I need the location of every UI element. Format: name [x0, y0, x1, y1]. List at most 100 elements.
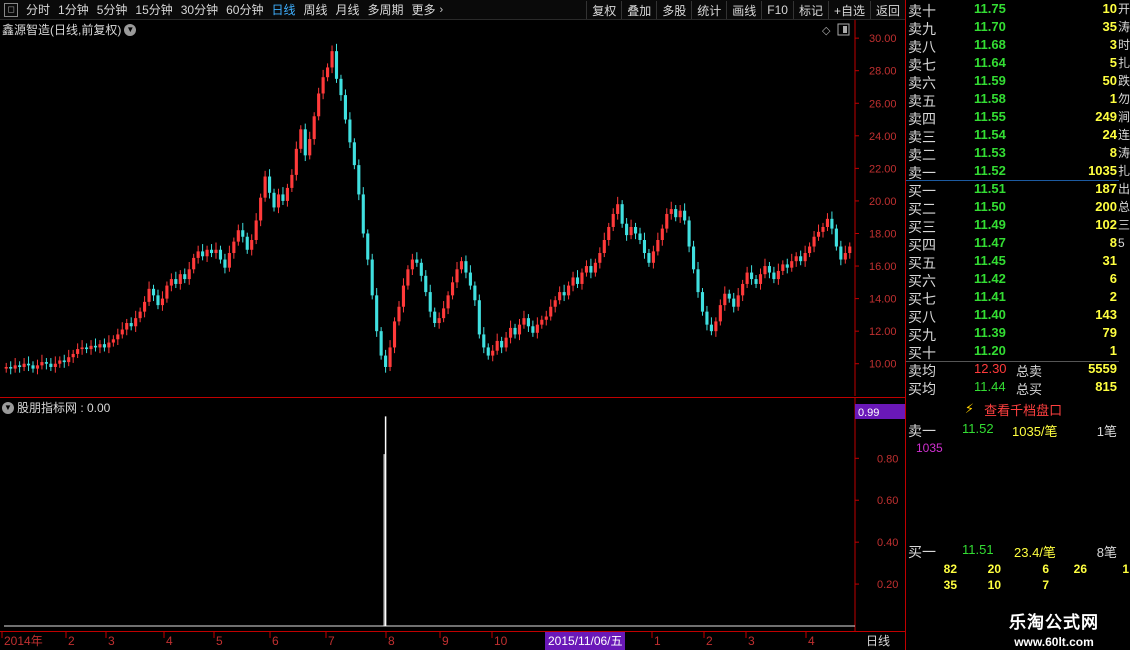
orderbook-row[interactable]: 卖六 11.59 50 [906, 73, 1121, 91]
orderbook-row[interactable]: 卖三 11.54 24 [906, 127, 1121, 145]
kline-chart-area[interactable]: 鑫源智造(日线,前复权) ▼ 30.00 28.00 26.00 24.00 22.00… [0, 20, 905, 396]
avg-sell-price: 12.30 [974, 361, 1007, 376]
candle-body [343, 95, 347, 120]
orderbook-row[interactable]: 买六 11.42 6 [906, 271, 1121, 289]
candle-body [361, 194, 365, 234]
orderbook-row[interactable]: 卖二 11.53 8 [906, 145, 1121, 163]
queue-order-volume: 82 [943, 562, 957, 576]
avg-buy-row: 买均 11.44 总买 815 [906, 379, 1121, 397]
toolbar-button-5[interactable]: F10 [761, 1, 793, 19]
level-volume: 6 [1109, 271, 1117, 286]
period-tab-3[interactable]: 15分钟 [131, 1, 176, 19]
candle-body [468, 272, 472, 286]
period-tab-9[interactable]: 多周期 [364, 1, 408, 19]
candle-body [558, 292, 562, 301]
candle-body [317, 93, 321, 117]
level-label: 买十 [908, 345, 936, 361]
indicator-svg: 0.80 0.60 0.40 0.20 0.99 [4, 398, 905, 632]
period-tab-8[interactable]: 月线 [332, 1, 364, 19]
level-price: 11.47 [974, 235, 1006, 250]
period-tab-4[interactable]: 30分钟 [177, 1, 222, 19]
level-volume: 2 [1109, 289, 1117, 304]
candle-body [696, 269, 700, 293]
orderbook-row[interactable]: 买四 11.47 8 [906, 235, 1121, 253]
period-tab-6[interactable]: 日线 [267, 1, 299, 19]
level-label: 买一 [908, 183, 936, 199]
candle-body [821, 226, 825, 232]
total-sell-value: 5559 [1088, 361, 1117, 376]
candle-body [259, 197, 263, 221]
queue-order-volume: 26 [1073, 562, 1087, 576]
candle-body [348, 119, 352, 143]
view-full-depth-button[interactable]: ⚡ 查看千档盘口 [906, 398, 1121, 420]
indicator-chart-area[interactable]: ▼ 股朋指标网 : 0.00 0.80 0.60 0.40 0.20 0.99 [0, 397, 905, 632]
window-menu-icon[interactable]: ◻ [4, 2, 18, 17]
candle-body [549, 306, 553, 317]
candle-body [254, 220, 258, 240]
time-tick-label: 2 [68, 634, 75, 648]
level-volume: 50 [1102, 73, 1117, 88]
queue-buy-label: 买一 [908, 544, 936, 560]
orderbook-row[interactable]: 卖九 11.70 35 [906, 19, 1121, 37]
orderbook-row[interactable]: 买一 11.51 187 [906, 181, 1121, 199]
orderbook-row[interactable]: 卖五 11.58 1 [906, 91, 1121, 109]
more-chevron-icon[interactable]: › [440, 4, 444, 16]
candle-body [763, 266, 767, 275]
chart-corner-icons[interactable]: ◇ [822, 23, 850, 37]
queue-buy-count: 8笔 [1096, 545, 1117, 560]
cutoff-text-column: 开涛时扎跌勿涧连涛扎出总三5 [1118, 0, 1130, 360]
orderbook-row[interactable]: 买三 11.49 102 [906, 217, 1121, 235]
candle-body [120, 329, 124, 335]
orderbook-row[interactable]: 买九 11.39 79 [906, 325, 1121, 343]
orderbook-row[interactable]: 买二 11.50 200 [906, 199, 1121, 217]
candle-body [776, 270, 780, 280]
toolbar-button-8[interactable]: 返回 [869, 1, 905, 19]
candle-body [209, 249, 214, 254]
toolbar-button-7[interactable]: +自选 [827, 1, 870, 19]
toolbar-right-group: 复权 叠加 多股 统计 画线 F10 标记 +自选 返回 [586, 0, 905, 20]
candle-body [9, 366, 13, 369]
level-price: 11.53 [974, 145, 1006, 160]
orderbook-row[interactable]: 买五 11.45 31 [906, 253, 1121, 271]
total-buy-label: 总买 [1016, 382, 1043, 397]
candle-body [531, 326, 535, 333]
level-price: 11.49 [974, 217, 1006, 232]
toolbar-button-2[interactable]: 多股 [656, 1, 691, 19]
orderbook-row[interactable]: 卖一 11.52 1035 [906, 163, 1121, 181]
orderbook-row[interactable]: 买十 11.20 1 [906, 343, 1121, 361]
toolbar-button-1[interactable]: 叠加 [621, 1, 656, 19]
candle-body [660, 228, 664, 240]
candle-body [276, 194, 281, 208]
candle-body [620, 204, 624, 224]
orderbook-row[interactable]: 买七 11.41 2 [906, 289, 1121, 307]
candle-body [102, 344, 106, 348]
candle-body [678, 210, 682, 218]
period-tab-5[interactable]: 60分钟 [222, 1, 267, 19]
toolbar-button-4[interactable]: 画线 [726, 1, 761, 19]
orderbook-row[interactable]: 卖八 11.68 3 [906, 37, 1121, 55]
period-tab-0[interactable]: 分时 [22, 1, 54, 19]
toolbar-button-3[interactable]: 统计 [691, 1, 726, 19]
level-price: 11.68 [974, 37, 1006, 52]
period-tab-10[interactable]: 更多 [408, 1, 440, 19]
toolbar-button-0[interactable]: 复权 [586, 1, 621, 19]
toolbar-button-6[interactable]: 标记 [792, 1, 828, 19]
candle-body [772, 272, 776, 280]
orderbook-row[interactable]: 卖十 11.75 10 [906, 1, 1121, 19]
candle-body [241, 230, 245, 237]
orderbook-row[interactable]: 卖四 11.55 249 [906, 109, 1121, 127]
orderbook-row[interactable]: 买八 11.40 143 [906, 307, 1121, 325]
period-tab-1[interactable]: 1分钟 [54, 1, 93, 19]
cutoff-char: 三 [1118, 218, 1130, 232]
level-price: 11.50 [974, 199, 1006, 214]
orderbook-row[interactable]: 卖七 11.64 5 [906, 55, 1121, 73]
level-label: 卖三 [908, 129, 936, 145]
period-tab-7[interactable]: 周线 [299, 1, 331, 19]
candle-body [138, 311, 142, 319]
time-tick-label: 8 [388, 634, 395, 648]
queue-sell-vol: 1035/笔 [1012, 424, 1058, 439]
candle-body [40, 362, 44, 366]
candle-body [85, 347, 89, 350]
candle-body [491, 350, 495, 356]
period-tab-2[interactable]: 5分钟 [93, 1, 132, 19]
